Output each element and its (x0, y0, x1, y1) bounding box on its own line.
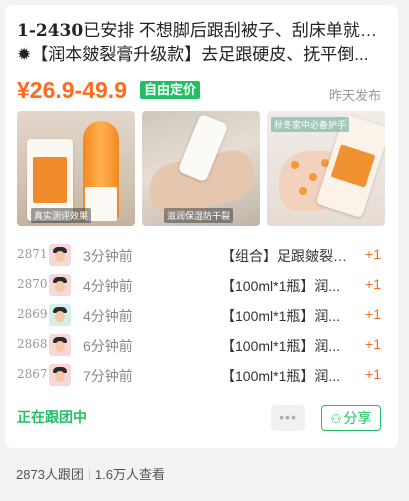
share-button[interactable]: ⚇ 分享 (321, 405, 381, 431)
order-qty: +1 (365, 336, 381, 352)
order-item: 【100ml*1瓶】润... (221, 368, 341, 384)
posted-time: 昨天发布 (328, 88, 381, 103)
price-badge: 自由定价 (140, 81, 201, 99)
order-qty: +1 (365, 246, 381, 262)
joined-count: 2873人跟团 (16, 467, 84, 482)
order-time: 6分钟前 (83, 338, 133, 354)
cream-dab (299, 187, 307, 195)
title-line-1: 1-2430已安排 不想脚后跟刮被子、刮床单就用它 (17, 19, 385, 43)
listing-title[interactable]: 1-2430已安排 不想脚后跟刮被子、刮床单就用它 ✹【润本皴裂膏升级款】去足跟… (17, 19, 385, 67)
product-label (330, 144, 376, 188)
order-seq: 2868 (17, 337, 48, 351)
feed-row: 2869 4分钟前 【100ml*1瓶】润... +1 (17, 301, 387, 331)
order-seq: 2867 (17, 367, 48, 381)
following-status: 正在跟团中 (17, 409, 87, 425)
divider (88, 469, 90, 480)
view-count: 1.6万人查看 (94, 467, 165, 482)
order-item: 【组合】足跟皴裂膏... (221, 248, 355, 264)
avatar (49, 274, 71, 296)
order-time: 4分钟前 (83, 308, 133, 324)
avatar-face (55, 371, 65, 382)
order-item: 【100ml*1瓶】润... (221, 338, 341, 354)
order-time: 7分钟前 (83, 368, 133, 384)
order-time: 3分钟前 (83, 248, 133, 264)
title-line-2: ✹【润本皴裂膏升级款】去足跟硬皮、抚平倒... (17, 45, 369, 64)
order-seq: 2869 (17, 307, 48, 321)
order-seq: 2871 (17, 247, 48, 261)
product-photo-3[interactable]: 秋冬家中必备护手 (267, 111, 385, 226)
avatar (49, 364, 71, 386)
order-item: 【100ml*1瓶】润... (221, 308, 341, 324)
photo-caption: 滋润保湿防干裂 (164, 208, 234, 223)
order-qty: +1 (365, 276, 381, 292)
avatar-face (55, 281, 65, 292)
product-photo-1[interactable]: 真实测评效果 (17, 111, 135, 226)
avatar (49, 304, 71, 326)
order-seq: 2870 (17, 277, 48, 291)
wechat-icon: ⚇ (330, 412, 342, 426)
stats-bar: 2873人跟团 1.6万人查看 (16, 464, 165, 483)
order-feed: 2871 3分钟前 【组合】足跟皴裂膏... +1 2870 4分钟前 【100… (17, 241, 387, 391)
order-item: 【100ml*1瓶】润... (221, 278, 341, 294)
avatar-face (55, 251, 65, 262)
avatar-face (55, 311, 65, 322)
title-text: 已安排 不想脚后跟刮被子、刮床单就用它 (83, 21, 385, 40)
order-qty: +1 (365, 306, 381, 322)
group-buy-card[interactable]: 1-2430已安排 不想脚后跟刮被子、刮床单就用它 ✹【润本皴裂膏升级款】去足跟… (5, 5, 398, 448)
cream-dab (291, 161, 299, 169)
more-button[interactable]: ••• (271, 405, 305, 431)
feed-row: 2870 4分钟前 【100ml*1瓶】润... +1 (17, 271, 387, 301)
photo-strip: 真实测评效果 滋润保湿防干裂 秋冬家中必备护手 (17, 111, 385, 226)
avatar-face (55, 341, 65, 352)
photo-caption: 秋冬家中必备护手 (271, 117, 350, 132)
share-label: 分享 (343, 410, 372, 426)
product-photo-2[interactable]: 滋润保湿防干裂 (142, 111, 260, 226)
order-time: 4分钟前 (83, 278, 133, 294)
avatar (49, 334, 71, 356)
tube-shape (83, 121, 119, 221)
title-number: 1-2430 (17, 21, 84, 41)
price: ¥26.9-49.9 (17, 77, 127, 103)
avatar (49, 244, 71, 266)
feed-row: 2867 7分钟前 【100ml*1瓶】润... +1 (17, 361, 387, 391)
feed-row: 2868 6分钟前 【100ml*1瓶】润... +1 (17, 331, 387, 361)
order-qty: +1 (365, 366, 381, 382)
feed-row: 2871 3分钟前 【组合】足跟皴裂膏... +1 (17, 241, 387, 271)
cream-dab (309, 173, 317, 181)
price-row: ¥26.9-49.9 自由定价 昨天发布 (17, 77, 387, 105)
bottle-label (33, 157, 67, 203)
photo-caption: 真实测评效果 (31, 208, 92, 223)
